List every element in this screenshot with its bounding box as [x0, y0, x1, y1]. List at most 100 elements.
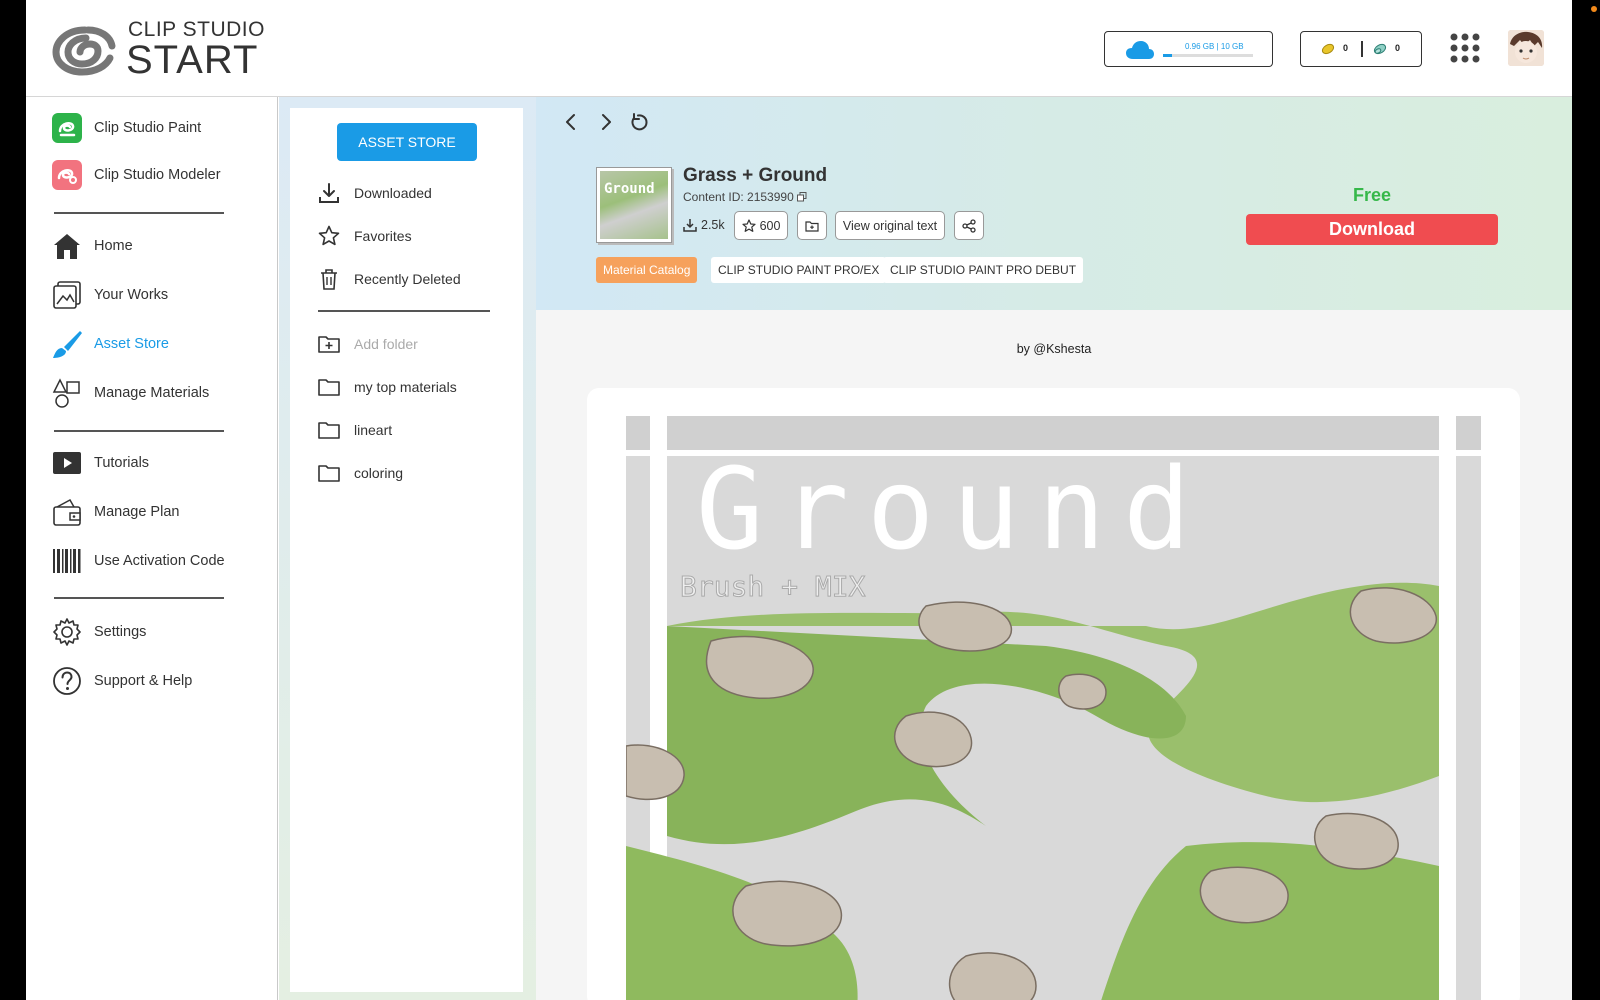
- play-icon: [52, 448, 82, 478]
- thumbnail-image: Ground: [600, 171, 668, 239]
- tag-clip-studio-paint-pro-debut[interactable]: CLIP STUDIO PAINT PRO DEBUT: [883, 257, 1084, 283]
- tag-clip-studio-paint-pro-ex[interactable]: CLIP STUDIO PAINT PRO/EX: [711, 257, 887, 283]
- mat-favorites[interactable]: Favorites: [318, 221, 508, 251]
- material-detail-header: Ground Grass + Ground Content ID: 215399…: [536, 97, 1572, 310]
- mat-folder-lineart[interactable]: lineart: [318, 415, 508, 445]
- cloud-icon: [1126, 41, 1154, 59]
- user-avatar[interactable]: [1508, 30, 1544, 66]
- preview-card: Ground Brush + MIX: [587, 388, 1520, 1000]
- nav-label: Manage Plan: [94, 504, 180, 520]
- material-panel-divider: [318, 310, 490, 312]
- forward-arrow-icon[interactable]: [596, 112, 616, 132]
- favorite-button[interactable]: 600: [734, 211, 788, 240]
- mat-label: Downloaded: [354, 185, 432, 201]
- mat-folder-my-top-materials[interactable]: my top materials: [318, 372, 508, 402]
- mat-recently-deleted[interactable]: Recently Deleted: [318, 264, 508, 294]
- material-detail-body: by @Kshesta Ground Brush + MIX: [536, 310, 1572, 1000]
- mat-folder-coloring[interactable]: coloring: [318, 458, 508, 488]
- refresh-icon[interactable]: [630, 112, 650, 132]
- thumbnail-text: Ground: [604, 181, 655, 197]
- share-button[interactable]: [954, 211, 984, 240]
- add-to-folder-icon: [805, 220, 819, 232]
- nav-support-help[interactable]: Support & Help: [52, 663, 262, 699]
- view-original-text-button[interactable]: View original text: [835, 211, 945, 240]
- nav-clip-studio-modeler[interactable]: Clip Studio Modeler: [52, 157, 262, 193]
- favorite-count: 600: [759, 218, 781, 233]
- price-label: Free: [1352, 185, 1392, 205]
- brush-icon: [52, 329, 82, 359]
- avatar-icon: [1508, 30, 1544, 66]
- material-thumbnail[interactable]: Ground: [596, 167, 672, 243]
- nav-your-works[interactable]: Your Works: [52, 277, 262, 313]
- cloud-usage-fill: [1163, 54, 1172, 57]
- gold-point-icon: [1321, 43, 1335, 55]
- nav-divider: [54, 597, 224, 599]
- preview-subtitle-text: Brush + MIX: [680, 570, 866, 603]
- nav-label: Clip Studio Modeler: [94, 167, 221, 183]
- folder-icon: [318, 422, 340, 439]
- logo-text-start: START: [126, 38, 259, 82]
- nav-home[interactable]: Home: [52, 228, 262, 264]
- star-icon: [318, 225, 340, 246]
- preview-title-text: Ground: [696, 445, 1209, 575]
- mat-label: Recently Deleted: [354, 271, 461, 287]
- clip-studio-paint-icon: [52, 113, 82, 143]
- cloud-storage-text: 0.96 GB | 10 GB: [1185, 42, 1244, 51]
- nav-clip-studio-paint[interactable]: Clip Studio Paint: [52, 110, 262, 146]
- nav-manage-materials[interactable]: Manage Materials: [52, 375, 262, 411]
- asset-store-button[interactable]: ASSET STORE: [337, 123, 477, 161]
- home-icon: [52, 231, 82, 261]
- mat-label: Add folder: [354, 336, 418, 352]
- download-count: 2.5k: [683, 218, 725, 232]
- trash-icon: [321, 269, 337, 290]
- tag-material-catalog[interactable]: Material Catalog: [596, 257, 698, 283]
- preview-artwork: Ground Brush + MIX: [626, 416, 1481, 1000]
- blue-point-icon: [1373, 43, 1387, 55]
- window-indicator-dot: [1591, 6, 1597, 12]
- apps-grid-icon[interactable]: [1450, 33, 1480, 63]
- nav-label: Settings: [94, 624, 147, 640]
- points-indicator[interactable]: 0 0: [1300, 31, 1422, 67]
- clip-studio-logo-icon: [52, 26, 116, 76]
- add-to-folder-button[interactable]: [797, 211, 827, 240]
- back-arrow-icon[interactable]: [561, 112, 581, 132]
- nav-tutorials[interactable]: Tutorials: [52, 445, 262, 481]
- mat-label: lineart: [354, 422, 393, 438]
- star-icon: [741, 218, 756, 232]
- content-id-row: Content ID: 2153990: [683, 190, 807, 204]
- folder-icon: [318, 465, 340, 482]
- add-folder-icon: [318, 336, 340, 353]
- download-button[interactable]: Download: [1246, 214, 1498, 245]
- download-icon: [319, 183, 339, 203]
- nav-settings[interactable]: Settings: [52, 614, 262, 650]
- points-separator: [1361, 41, 1363, 57]
- nav-label: Clip Studio Paint: [94, 120, 202, 136]
- wallet-icon: [52, 497, 82, 527]
- clip-studio-modeler-icon: [52, 160, 82, 190]
- material-preview-image: Ground Brush + MIX: [626, 416, 1481, 1000]
- nav-divider: [54, 430, 224, 432]
- nav-asset-store[interactable]: Asset Store: [52, 326, 262, 362]
- blue-points-value: 0: [1395, 43, 1401, 53]
- share-icon: [962, 218, 976, 233]
- mat-label: my top materials: [354, 379, 457, 395]
- nav-label: Asset Store: [94, 336, 169, 352]
- nav-label: Support & Help: [94, 673, 193, 689]
- mat-add-folder[interactable]: Add folder: [318, 329, 508, 359]
- clip-studio-logo[interactable]: CLIP STUDIO START: [52, 18, 264, 82]
- copy-icon[interactable]: [796, 192, 807, 202]
- nav-use-activation-code[interactable]: Use Activation Code: [52, 543, 262, 579]
- mat-downloaded[interactable]: Downloaded: [318, 178, 508, 208]
- folder-icon: [318, 379, 340, 396]
- nav-label: Manage Materials: [94, 385, 210, 401]
- download-count-icon: [683, 219, 697, 232]
- nav-label: Your Works: [94, 287, 169, 303]
- help-icon: [52, 666, 82, 696]
- barcode-icon: [52, 546, 82, 576]
- header: CLIP STUDIO START 0.96 GB | 10 GB 0 0: [26, 0, 1572, 97]
- cloud-storage-indicator[interactable]: 0.96 GB | 10 GB: [1104, 31, 1273, 67]
- material-panel: ASSET STORE Downloaded Favorites Recentl…: [290, 108, 523, 992]
- gear-icon: [52, 617, 82, 647]
- app-window: CLIP STUDIO START 0.96 GB | 10 GB 0 0 Cl…: [26, 0, 1572, 1000]
- nav-manage-plan[interactable]: Manage Plan: [52, 494, 262, 530]
